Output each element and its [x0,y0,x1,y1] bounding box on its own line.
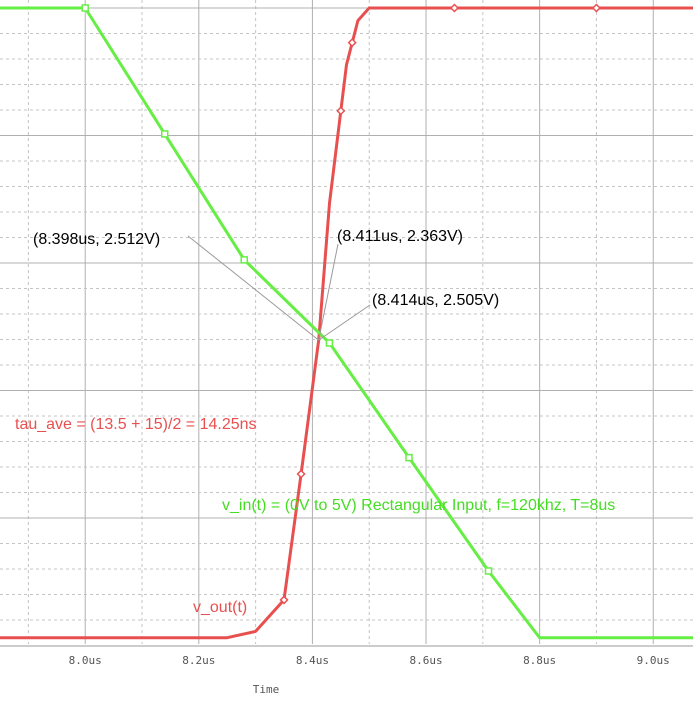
x-tick-label: 9.0us [637,654,670,667]
x-tick-label: 8.0us [69,654,102,667]
vout-series-label: v_out(t) [193,599,247,616]
vout-marker [336,106,346,116]
vout-marker [347,38,357,48]
vin-marker [405,453,413,462]
x-axis-ticks: 8.0us 8.2us 8.4us 8.6us 8.8us 9.0us [69,654,670,667]
leader-line [187,235,319,341]
vout-marker [296,469,306,479]
vin-marker [160,130,169,138]
vin-marker [484,567,493,575]
cursor-label-vin: (8.398us, 2.512V) [33,231,160,248]
x-axis-label: Time [253,683,280,696]
vin-marker [240,256,249,264]
vin-marker [325,339,334,347]
vin-marker [81,4,89,12]
vin-description-label: v_in(t) = (0V to 5V) Rectangular Input, … [222,497,615,514]
x-tick-label: 8.2us [182,654,215,667]
transient-plot: 8.0us 8.2us 8.4us 8.6us 8.8us 9.0us Time (8.3… [0,0,693,696]
vout-marker [591,3,601,13]
cursor-label-crossing: (8.414us, 2.505V) [372,292,499,309]
x-tick-label: 8.4us [296,654,329,667]
x-tick-label: 8.6us [409,654,442,667]
x-tick-label: 8.8us [523,654,556,667]
vout-marker [449,3,459,13]
grid-lines [0,0,693,647]
tau-average-label: tau_ave = (13.5 + 15)/2 = 14.25ns [15,416,257,433]
leader-line [318,304,371,341]
cursor-label-vout: (8.411us, 2.363V) [337,228,463,245]
